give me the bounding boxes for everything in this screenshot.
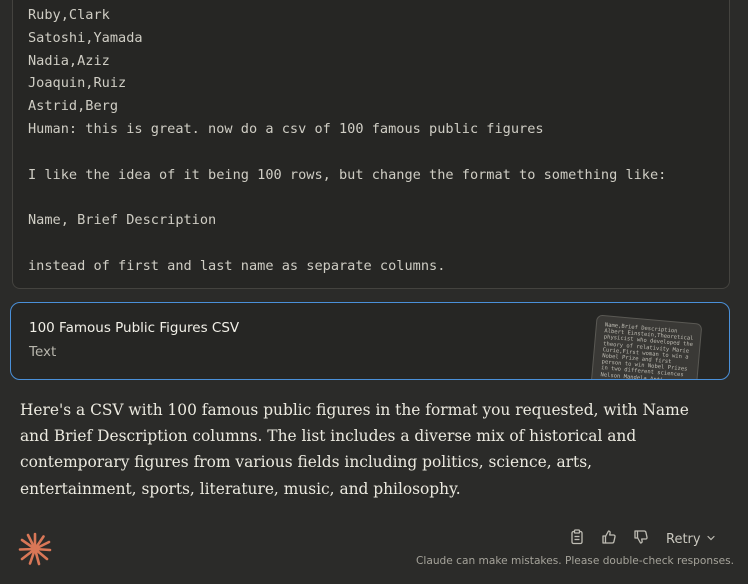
code-line: Nadia,Aziz xyxy=(28,52,110,69)
copy-button[interactable] xyxy=(566,528,588,550)
code-line: Name, Brief Description xyxy=(28,212,217,229)
artifact-type: Text xyxy=(29,344,57,360)
code-block: Ruby,Clark Satoshi,Yamada Nadia,Aziz Joa… xyxy=(12,0,730,289)
retry-label: Retry xyxy=(666,531,701,547)
claude-logo xyxy=(17,531,53,567)
retry-button[interactable]: Retry xyxy=(666,532,716,547)
artifact-card[interactable]: 100 Famous Public Figures CSV Text Name,… xyxy=(10,302,730,380)
thumbs-down-icon xyxy=(633,529,649,549)
code-line: instead of first and last name as separa… xyxy=(28,257,446,274)
artifact-thumbnail-text: Name,Brief Description Albert Einstein,T… xyxy=(600,322,694,380)
code-lines: Ruby,Clark Satoshi,Yamada Nadia,Aziz Joa… xyxy=(28,4,666,278)
chevron-down-icon xyxy=(701,532,716,547)
code-line: Joaquin,Ruiz xyxy=(28,75,127,92)
code-line: Satoshi,Yamada xyxy=(28,29,143,46)
disclaimer: Claude can make mistakes. Please double-… xyxy=(416,555,735,567)
code-line: Astrid,Berg xyxy=(28,98,119,115)
thumbs-up-icon xyxy=(601,529,617,549)
artifact-title: 100 Famous Public Figures CSV xyxy=(29,320,240,336)
clipboard-icon xyxy=(569,529,585,549)
thumbs-up-button[interactable] xyxy=(598,528,620,550)
code-line: Human: this is great. now do a csv of 10… xyxy=(28,120,544,137)
artifact-thumbnail: Name,Brief Description Albert Einstein,T… xyxy=(589,314,703,380)
thumbs-down-button[interactable] xyxy=(630,528,652,550)
response-text: Here's a CSV with 100 famous public figu… xyxy=(20,401,689,498)
code-line: I like the idea of it being 100 rows, bu… xyxy=(28,166,667,183)
code-line: Ruby,Clark xyxy=(28,7,110,23)
message-actions: Retry xyxy=(566,528,716,550)
